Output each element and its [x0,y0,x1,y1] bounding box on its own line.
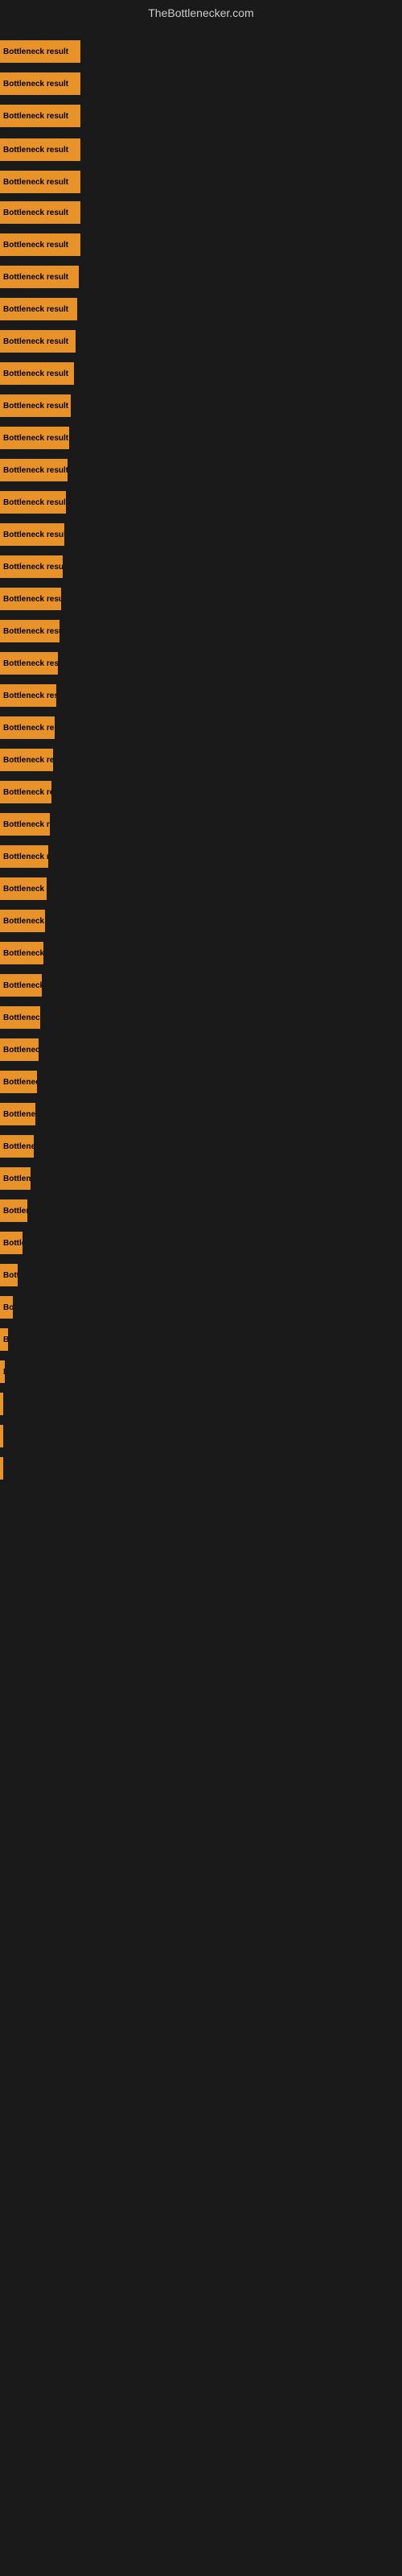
bar-label: Bottleneck result [3,434,68,443]
bar-label: Bottleneck result [3,1207,27,1216]
bar-item: Bottleneck result [0,201,80,224]
bar-item: Bottleneck result [0,1199,27,1222]
bar-item: Bottleneck result [0,459,68,481]
bar-label: Bottleneck result [3,146,68,155]
bar-item: Bottleneck result [0,298,77,320]
bar-label: Bottleneck result [3,852,48,861]
bar-label: Bottleneck result [3,112,68,121]
chart-area: Bottleneck result Bottleneck result Bottle… [0,26,402,2562]
bar-item: Bottleneck result [0,72,80,95]
bar-label: Bottleneck result [3,241,68,250]
bar-item: Bottleneck result [0,813,50,836]
bar-item: Bottleneck result [0,684,56,707]
bar-label: Bottleneck result [3,691,56,700]
bar-label: Bottleneck result [3,1239,23,1248]
bar-item: Bottleneck result [0,171,80,193]
bar-label: Bottleneck result [3,369,68,378]
bar-label: Bottleneck result [3,1078,37,1087]
bar-item: Bottleneck result [0,491,66,514]
bar-label: Bottleneck result [3,949,43,958]
bar-label: Bottleneck result [3,1335,8,1344]
bar-label: Bottleneck result [3,1013,40,1022]
bar-label: Bottleneck result [3,1368,5,1377]
bar-item: Bottleneck result [0,394,71,417]
bar-item: Bottleneck result [0,362,74,385]
bar-item: Bottleneck result [0,266,79,288]
bar-label: Bottleneck result [3,563,63,572]
bar-item: Bottleneck result [0,1232,23,1254]
bar-label: Bottleneck result [3,1046,39,1055]
bar-item: Bottleneck result [0,1103,35,1125]
bar-item: Bottleneck result [0,105,80,127]
bar-item: Bottleneck result [0,620,59,642]
bar-item: Bottleneck result [0,781,51,803]
bar-item: Bottleneck result [0,588,61,610]
bar-label: Bottleneck result [3,498,66,507]
bar-label: Bottleneck result [3,337,68,346]
bar-item: Bottleneck result [0,1038,39,1061]
bar-label: Bottleneck result [3,981,42,990]
bar-item: Bottleneck result [0,1167,31,1190]
bar-label: Bottleneck result [3,917,45,926]
bar-item: Bottleneck result [0,233,80,256]
bar-item: Bottleneck result [0,1296,13,1319]
bar-label: Bottleneck result [3,47,68,56]
bar-item: Bottleneck result [0,716,55,739]
bar-item: Bottleneck result [0,1393,3,1415]
bar-label: Bottleneck result [3,80,68,89]
bar-label: Bottleneck result [3,595,61,604]
bar-label: Bottleneck result [3,627,59,636]
bar-label: Bottleneck result [3,724,55,733]
bar-label: Bottleneck result [3,820,50,829]
bar-label: Bottleneck result [3,1110,35,1119]
bar-label: Bottleneck result [3,756,53,765]
bar-item: Bottleneck result [0,427,69,449]
bar-item: Bottleneck result [0,1360,5,1383]
bar-item: Bottleneck result [0,1135,34,1158]
bar-item: Bottleneck result [0,523,64,546]
bar-label: Bottleneck result [3,885,47,894]
bar-item: Bottleneck result [0,749,53,771]
bar-label: Bottleneck result [3,273,68,282]
bar-item: Bottleneck result [0,652,58,675]
site-title: TheBottlenecker.com [0,0,402,26]
bar-label: Bottleneck result [3,178,68,187]
bar-label: Bottleneck result [3,208,68,217]
bar-label: Bottleneck result [3,1142,34,1151]
bar-label: Bottleneck result [3,659,58,668]
bar-item: Bottleneck result [0,1071,37,1093]
bar-item: Bottleneck result [0,942,43,964]
bar-item: Bottleneck result [0,974,42,997]
bar-label: Bottleneck result [3,1271,18,1280]
bar-label: Bottleneck result [3,402,68,411]
bar-label: Bottleneck result [3,530,64,539]
bar-item: Bottleneck result [0,845,48,868]
bar-label: Bottleneck result [3,1303,13,1312]
bar-item: Bottleneck result [0,1457,3,1480]
bar-item: Bottleneck result [0,1264,18,1286]
bar-label: Bottleneck result [3,305,68,314]
bar-item: Bottleneck result [0,1006,40,1029]
bar-item: Bottleneck result [0,138,80,161]
bar-label: Bottleneck result [3,1174,31,1183]
bar-item: Bottleneck result [0,555,63,578]
bar-label: Bottleneck result [3,788,51,797]
bar-item: Bottleneck result [0,910,45,932]
bar-label: Bottleneck result [3,466,68,475]
bar-item: Bottleneck result [0,40,80,63]
bar-item: Bottleneck result [0,877,47,900]
bar-item: Bottleneck result [0,1425,3,1447]
bar-item: Bottleneck result [0,330,76,353]
bar-item: Bottleneck result [0,1328,8,1351]
